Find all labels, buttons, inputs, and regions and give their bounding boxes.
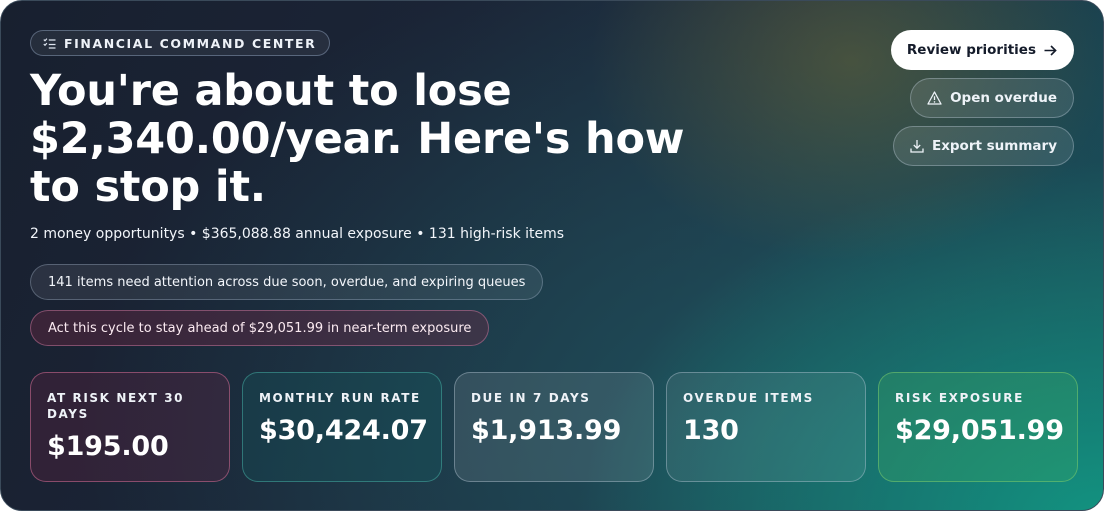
- financial-command-center-hero: FINANCIAL COMMAND CENTER You're about to…: [0, 0, 1104, 511]
- review-priorities-label: Review priorities: [906, 42, 1036, 58]
- arrow-right-icon: [1044, 44, 1057, 56]
- open-overdue-button[interactable]: Open overdue: [910, 78, 1074, 118]
- section-eyebrow-badge: FINANCIAL COMMAND CENTER: [30, 30, 331, 56]
- open-overdue-label: Open overdue: [950, 90, 1057, 106]
- review-priorities-button[interactable]: Review priorities: [890, 30, 1074, 70]
- metric-card-monthly-run-rate[interactable]: MONTHLY RUN RATE $30,424.07: [242, 372, 442, 482]
- metric-card-overdue-items[interactable]: OVERDUE ITEMS 130: [666, 372, 866, 482]
- metric-value: $30,424.07: [259, 415, 428, 446]
- export-summary-button[interactable]: Export summary: [892, 126, 1074, 166]
- metric-card-risk-exposure[interactable]: RISK EXPOSURE $29,051.99: [878, 372, 1078, 482]
- metric-value: 130: [683, 415, 739, 446]
- checklist-icon: [43, 37, 56, 49]
- metric-card-at-risk[interactable]: AT RISK NEXT 30 DAYS $195.00: [30, 372, 230, 482]
- warning-triangle-icon: [927, 91, 942, 105]
- action-buttons: Review priorities Open overdue Export su…: [890, 30, 1074, 166]
- page-headline: You're about to lose $2,340.00/year. Her…: [30, 66, 685, 212]
- metric-label: MONTHLY RUN RATE: [259, 391, 421, 405]
- cycle-exposure-pill[interactable]: Act this cycle to stay ahead of $29,051.…: [30, 310, 490, 346]
- metric-label: OVERDUE ITEMS: [683, 391, 814, 405]
- metric-label: DUE IN 7 DAYS: [471, 391, 591, 405]
- metric-cards: AT RISK NEXT 30 DAYS $195.00 MONTHLY RUN…: [30, 372, 1078, 482]
- export-summary-label: Export summary: [931, 138, 1057, 154]
- summary-subline: 2 money opportunitys • $365,088.88 annua…: [30, 226, 565, 242]
- metric-label: RISK EXPOSURE: [895, 391, 1024, 405]
- metric-value: $1,913.99: [471, 415, 622, 446]
- eyebrow-label: FINANCIAL COMMAND CENTER: [64, 35, 317, 51]
- attention-pill[interactable]: 141 items need attention across due soon…: [30, 264, 544, 300]
- metric-card-due-7-days[interactable]: DUE IN 7 DAYS $1,913.99: [454, 372, 654, 482]
- download-icon: [910, 139, 924, 153]
- metric-value: $29,051.99: [895, 415, 1064, 446]
- metric-label: AT RISK NEXT 30 DAYS: [47, 391, 185, 421]
- metric-value: $195.00: [47, 431, 169, 462]
